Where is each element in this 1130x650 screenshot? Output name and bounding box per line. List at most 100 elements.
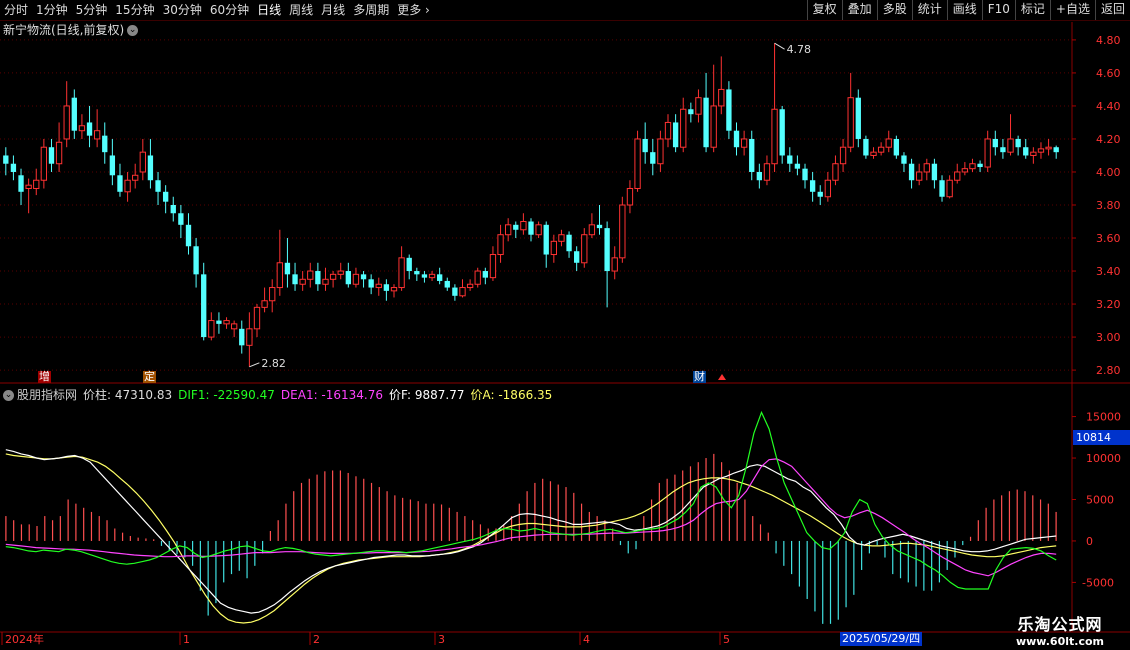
toolbar-button[interactable]: 返回 [1094, 0, 1130, 20]
candle-body [299, 278, 306, 285]
time-axis-label: 5 [723, 633, 730, 646]
marker-ding[interactable]: 定 [143, 371, 156, 383]
candle-body [63, 105, 70, 140]
marker-cai[interactable]: 财 [693, 371, 706, 383]
candle-body [406, 257, 412, 272]
candle-body [444, 280, 450, 288]
period-tab[interactable]: 分时 [0, 0, 32, 20]
toolbar-button[interactable]: F10 [981, 0, 1015, 20]
toolbar-button[interactable]: 复权 [806, 0, 842, 20]
indicator-tick-label: -5000 [1082, 576, 1114, 589]
candle-body [657, 138, 664, 165]
time-axis-label: 4 [583, 633, 590, 646]
candle-body [375, 283, 382, 289]
chevron-down-icon[interactable]: ⌄ [127, 25, 139, 36]
low-pointer [249, 362, 260, 368]
indicator-value: 价A: -1866.35 [470, 388, 553, 402]
candle-body [626, 187, 634, 206]
candle-body [969, 163, 976, 170]
time-axis-label: 3 [438, 633, 445, 646]
period-tab[interactable]: 5分钟 [72, 0, 112, 20]
toolbar-button[interactable]: 统计 [911, 0, 947, 20]
candle-body [208, 320, 215, 338]
indicator-value: DEA1: -16134.76 [280, 388, 384, 402]
candle-body [428, 273, 436, 279]
indicator-value: DIF1: -22590.47 [178, 388, 275, 402]
candle-body [124, 179, 131, 193]
candle-body [18, 175, 24, 192]
main-chart-title: 新宁物流(日线,前复权) ⌄ [3, 21, 139, 38]
candle-body [672, 122, 679, 148]
time-axis-label: 1 [183, 633, 190, 646]
toolbar-button[interactable]: 多股 [876, 0, 912, 20]
candle-body [223, 320, 230, 325]
period-tab[interactable]: 多周期 [349, 0, 393, 20]
period-tab[interactable]: 日线 [253, 0, 285, 20]
candle-body [155, 180, 161, 192]
candle-body [505, 224, 512, 236]
indicator-tick-label: 5000 [1086, 493, 1114, 506]
price-tick-label: 3.00 [1096, 331, 1121, 344]
candle-body [923, 163, 930, 173]
candle-body [269, 287, 276, 302]
action-buttons: 复权 叠加 多股 统计 画线 F10 标记 +自选 返回 [806, 0, 1130, 20]
candle-body [642, 138, 648, 153]
price-tick-label: 3.20 [1096, 298, 1121, 311]
candle-body [230, 323, 238, 330]
candle-body [436, 274, 443, 281]
candle-body [1023, 147, 1029, 156]
candle-body [40, 146, 48, 181]
candle-body [1045, 146, 1052, 150]
period-tab[interactable]: 周线 [285, 0, 317, 20]
candle-body [261, 300, 268, 308]
price-tick-label: 3.60 [1096, 232, 1121, 245]
period-tab[interactable]: 60分钟 [206, 0, 253, 20]
price-tick-label: 2.80 [1096, 364, 1121, 377]
series-line-jiaA [5, 453, 1057, 624]
period-tabs: 分时 1分钟 5分钟 15分钟 30分钟 60分钟 日线 周线 月线 多周期 更多 › [0, 0, 434, 20]
toolbar-button[interactable]: 画线 [946, 0, 982, 20]
candle-body [109, 155, 116, 176]
candle-body [466, 283, 474, 289]
marker-zeng[interactable]: 增 [38, 371, 51, 383]
candle-body [817, 191, 823, 197]
high-pointer [774, 42, 785, 50]
candle-body [383, 284, 390, 291]
series-line-jiaF [5, 449, 1057, 614]
candle-body [246, 328, 253, 346]
time-axis-label: 2 [313, 633, 320, 646]
candle-body [414, 271, 420, 275]
candle-body [239, 328, 245, 346]
period-tab[interactable]: 月线 [317, 0, 349, 20]
candle-body [315, 271, 321, 285]
stock-title: 新宁物流(日线,前复权) [3, 23, 125, 37]
candle-body [824, 179, 832, 198]
candle-body [901, 155, 907, 164]
candle-body [337, 270, 344, 275]
toolbar-button[interactable]: 叠加 [841, 0, 877, 20]
toolbar-button[interactable]: +自选 [1049, 0, 1095, 20]
candle-body [885, 138, 892, 148]
candle-body [201, 274, 207, 338]
watermark-title: 乐淘公式网 [1017, 615, 1103, 634]
candle-body [574, 251, 580, 263]
candle-body [740, 138, 748, 148]
candle-body [604, 228, 610, 272]
candle-body [162, 191, 169, 202]
period-tab[interactable]: 1分钟 [32, 0, 72, 20]
chevron-down-icon[interactable]: ⌄ [3, 390, 14, 401]
price-tick-label: 4.60 [1096, 67, 1121, 80]
watermark-url: www.60lt.com [1015, 635, 1104, 648]
period-tab[interactable]: 30分钟 [159, 0, 206, 20]
period-tab[interactable]: 15分钟 [111, 0, 158, 20]
candle-body [178, 213, 184, 225]
toolbar-button[interactable]: 标记 [1014, 0, 1050, 20]
chart-canvas[interactable]: 4.80 4.60 4.40 4.20 4.00 3.80 3.60 3.40 3.20 3.00… [0, 0, 1130, 650]
candle-body [749, 138, 755, 172]
period-tab[interactable]: 更多 › [393, 0, 434, 20]
candle-body [71, 97, 77, 131]
candle-body [1007, 138, 1014, 153]
price-tick-label: 3.80 [1096, 199, 1121, 212]
indicator-name: 股朋指标网 [17, 388, 78, 402]
candle-body [292, 274, 298, 285]
